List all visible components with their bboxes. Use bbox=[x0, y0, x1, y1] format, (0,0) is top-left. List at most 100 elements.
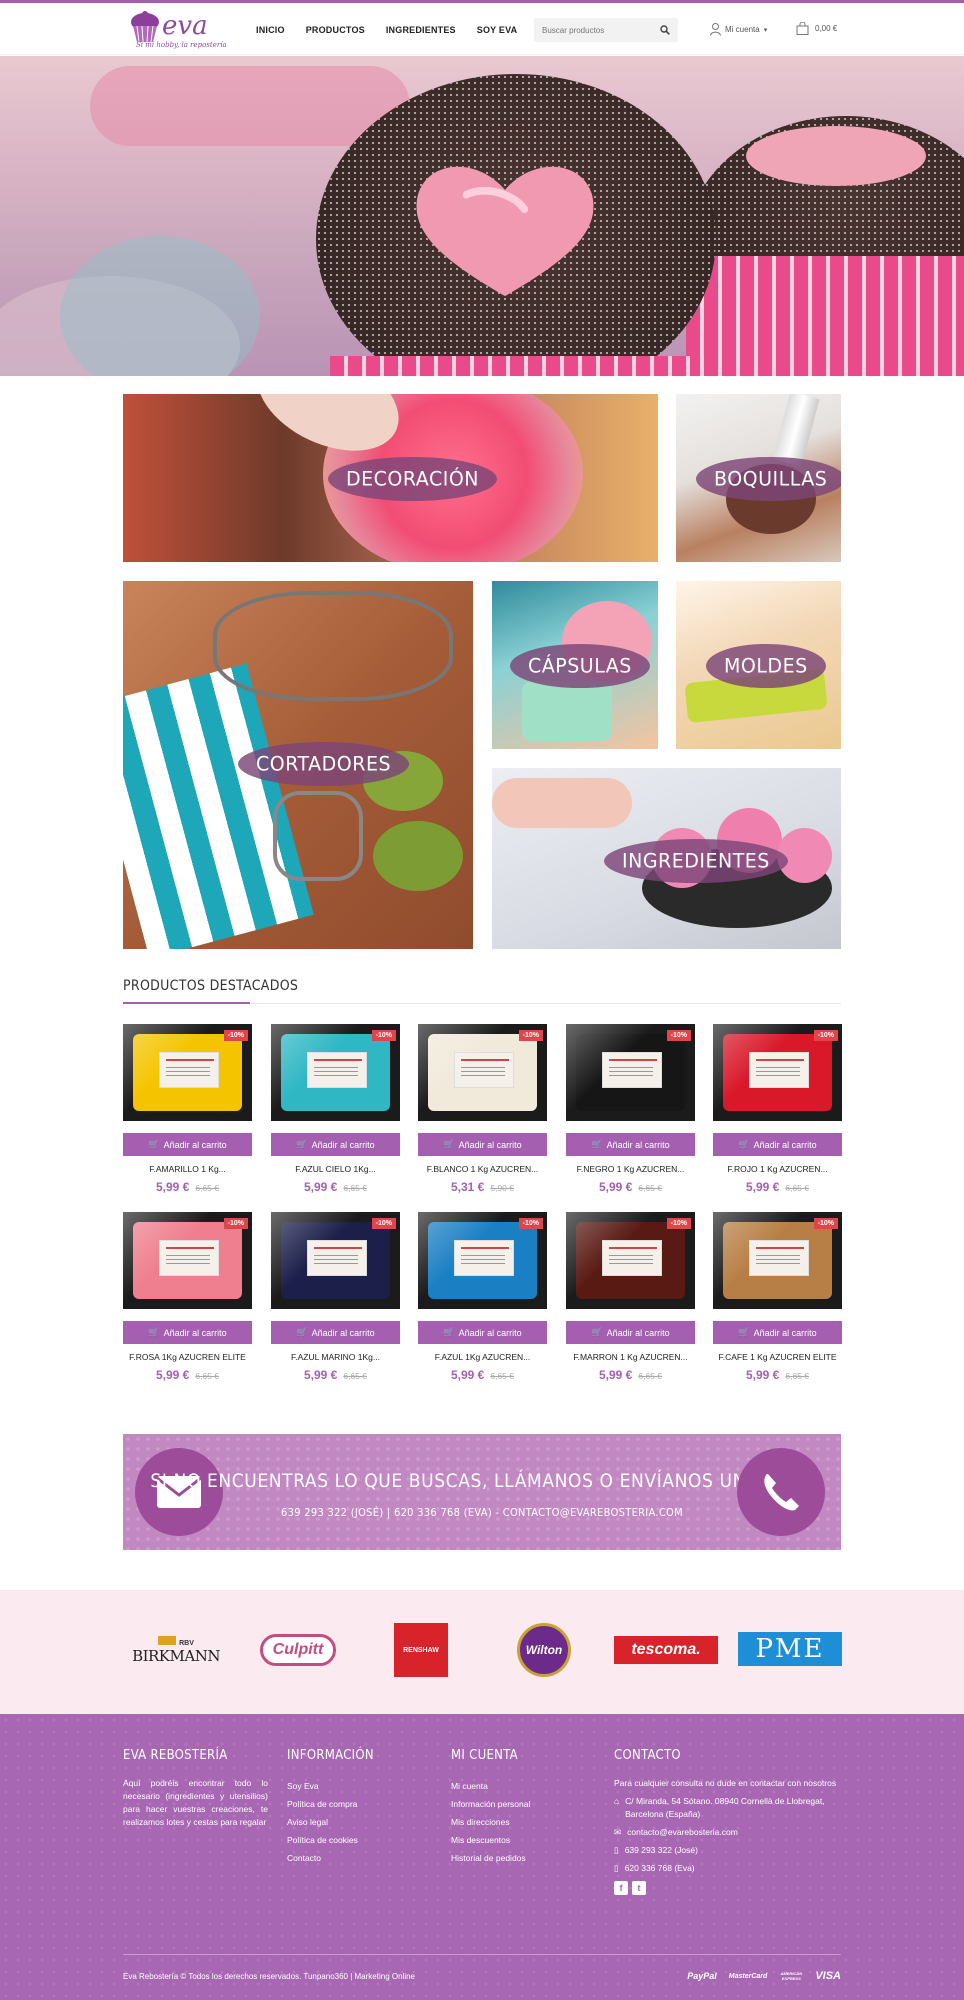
product-card[interactable]: -10% 🛒 Añadir al carrito F.ROSA 1Kg AZUCREN… bbox=[123, 1212, 252, 1382]
footer-phone[interactable]: ▯ 620 336 768 (Eva) bbox=[614, 1862, 844, 1875]
discount-badge: -10% bbox=[813, 1218, 838, 1229]
product-name[interactable]: F.NEGRO 1 Kg AZUCREN... bbox=[566, 1164, 695, 1174]
category-moldes[interactable]: MOLDES bbox=[676, 581, 841, 749]
product-price: 5,31 € 5,90 € bbox=[418, 1180, 547, 1194]
brand-text: Wilton bbox=[517, 1623, 571, 1677]
nav-inicio[interactable]: INICIO bbox=[256, 25, 285, 35]
nav-ingredientes[interactable]: INGREDIENTES bbox=[386, 25, 456, 35]
brand-logo-pme[interactable]: PME bbox=[738, 1632, 842, 1666]
footer-link[interactable]: Soy Eva bbox=[287, 1777, 437, 1795]
banner-contact-details: 639 293 322 (JOSÉ) | 620 336 768 (EVA) -… bbox=[281, 1506, 683, 1519]
footer-email[interactable]: ✉ contacto@evarebosteria.com bbox=[614, 1826, 844, 1839]
brand-logo-tescoma[interactable]: tescoma. bbox=[614, 1636, 718, 1664]
product-name[interactable]: F.AMARILLO 1 Kg... bbox=[123, 1164, 252, 1174]
add-to-cart-button[interactable]: 🛒 Añadir al carrito bbox=[566, 1321, 695, 1344]
add-to-cart-button[interactable]: 🛒 Añadir al carrito bbox=[271, 1133, 400, 1156]
phone-circle[interactable] bbox=[737, 1448, 825, 1536]
product-image[interactable]: -10% bbox=[713, 1212, 842, 1309]
product-price: 5,99 € 6,65 € bbox=[271, 1368, 400, 1382]
banner-headline: SI NO ENCUENTRAS LO QUE BUSCAS, LLÁMANOS… bbox=[150, 1470, 814, 1492]
footer-link[interactable]: Información personal bbox=[451, 1795, 601, 1813]
email-circle[interactable] bbox=[135, 1448, 223, 1536]
product-name[interactable]: F.CAFE 1 Kg AZUCREN ELITE bbox=[713, 1352, 842, 1362]
product-name[interactable]: F.AZUL CIELO 1Kg... bbox=[271, 1164, 400, 1174]
product-card[interactable]: -10% 🛒 Añadir al carrito F.CAFE 1 Kg AZUCRE… bbox=[713, 1212, 842, 1382]
hero-slider[interactable] bbox=[0, 56, 964, 376]
add-to-cart-button[interactable]: 🛒 Añadir al carrito bbox=[418, 1133, 547, 1156]
product-name[interactable]: F.ROSA 1Kg AZUCREN ELITE bbox=[123, 1352, 252, 1362]
product-card[interactable]: -10% 🛒 Añadir al carrito F.MARRON 1 Kg AZUC… bbox=[566, 1212, 695, 1382]
add-to-cart-button[interactable]: 🛒 Añadir al carrito bbox=[566, 1133, 695, 1156]
product-image[interactable]: -10% bbox=[271, 1212, 400, 1309]
product-price: 5,99 € 6,65 € bbox=[566, 1368, 695, 1382]
search-input[interactable] bbox=[534, 18, 644, 42]
footer-link[interactable]: Mis descuentos bbox=[451, 1831, 601, 1849]
footer-link[interactable]: Política de compra bbox=[287, 1795, 437, 1813]
add-to-cart-button[interactable]: 🛒 Añadir al carrito bbox=[123, 1133, 252, 1156]
current-price: 5,99 € bbox=[745, 1180, 780, 1194]
product-card[interactable]: -10% 🛒 Añadir al carrito F.AZUL MARINO 1Kg.… bbox=[271, 1212, 400, 1382]
brand-logo-wilton[interactable]: Wilton bbox=[516, 1622, 572, 1678]
product-name[interactable]: F.AZUL 1Kg AZUCREN... bbox=[418, 1352, 547, 1362]
product-image[interactable]: -10% bbox=[271, 1024, 400, 1121]
category-ingredientes[interactable]: INGREDIENTES bbox=[492, 768, 841, 949]
product-image[interactable]: -10% bbox=[418, 1212, 547, 1309]
current-price: 5,31 € bbox=[450, 1180, 485, 1194]
product-price: 5,99 € 6,65 € bbox=[566, 1180, 695, 1194]
cart-icon: 🛒 bbox=[443, 1327, 455, 1337]
nav-productos[interactable]: PRODUCTOS bbox=[306, 25, 365, 35]
category-capsulas[interactable]: CÁPSULAS bbox=[492, 581, 658, 749]
add-to-cart-button[interactable]: 🛒 Añadir al carrito bbox=[713, 1133, 842, 1156]
add-to-cart-label: Añadir al carrito bbox=[753, 1327, 817, 1338]
footer-link[interactable]: Mis direcciones bbox=[451, 1813, 601, 1831]
facebook-icon[interactable]: f bbox=[614, 1881, 628, 1895]
discount-badge: -10% bbox=[666, 1218, 691, 1229]
footer-link[interactable]: Historial de pedidos bbox=[451, 1849, 601, 1867]
logo-tagline: Si mi hobby, la repostería bbox=[136, 41, 227, 49]
main-nav: INICIO PRODUCTOS INGREDIENTES SOY EVA bbox=[256, 25, 517, 35]
product-name[interactable]: F.MARRON 1 Kg AZUCREN... bbox=[566, 1352, 695, 1362]
brand-logo-renshaw[interactable]: RENSHAW bbox=[394, 1623, 448, 1677]
current-price: 5,99 € bbox=[303, 1180, 338, 1194]
footer-link[interactable]: Aviso legal bbox=[287, 1813, 437, 1831]
brand-logo-culpitt[interactable]: Culpitt bbox=[248, 1630, 348, 1670]
cart-button[interactable]: 0,00 € bbox=[796, 22, 837, 35]
add-to-cart-button[interactable]: 🛒 Añadir al carrito bbox=[123, 1321, 252, 1344]
product-card[interactable]: -10% 🛒 Añadir al carrito F.NEGRO 1 Kg AZUCR… bbox=[566, 1024, 695, 1194]
footer-link[interactable]: Contacto bbox=[287, 1849, 437, 1867]
category-boquillas[interactable]: BOQUILLAS bbox=[676, 394, 841, 562]
product-card[interactable]: -10% 🛒 Añadir al carrito F.AZUL 1Kg AZUCREN… bbox=[418, 1212, 547, 1382]
search-icon[interactable] bbox=[660, 25, 670, 35]
product-card[interactable]: -10% 🛒 Añadir al carrito F.BLANCO 1 Kg AZUC… bbox=[418, 1024, 547, 1194]
discount-badge: -10% bbox=[371, 1218, 396, 1229]
product-name[interactable]: F.AZUL MARINO 1Kg... bbox=[271, 1352, 400, 1362]
product-card[interactable]: -10% 🛒 Añadir al carrito F.AMARILLO 1 Kg...… bbox=[123, 1024, 252, 1194]
brand-logo-birkmann[interactable]: RBV BIRKMANN bbox=[132, 1630, 220, 1670]
category-cortadores[interactable]: CORTADORES bbox=[123, 581, 473, 949]
add-to-cart-button[interactable]: 🛒 Añadir al carrito bbox=[418, 1321, 547, 1344]
old-price: 6,65 € bbox=[785, 1371, 809, 1381]
account-menu[interactable]: Mi cuenta ▾ bbox=[710, 23, 767, 36]
add-to-cart-button[interactable]: 🛒 Añadir al carrito bbox=[713, 1321, 842, 1344]
product-image[interactable]: -10% bbox=[123, 1212, 252, 1309]
twitter-icon[interactable]: t bbox=[632, 1881, 646, 1895]
product-image[interactable]: -10% bbox=[418, 1024, 547, 1121]
site-logo[interactable]: eva Si mi hobby, la repostería bbox=[126, 9, 228, 53]
nav-soy-eva[interactable]: SOY EVA bbox=[477, 25, 518, 35]
footer-phone[interactable]: ▯ 639 293 322 (José) bbox=[614, 1844, 844, 1857]
product-image[interactable]: -10% bbox=[713, 1024, 842, 1121]
product-card[interactable]: -10% 🛒 Añadir al carrito F.AZUL CIELO 1Kg..… bbox=[271, 1024, 400, 1194]
footer-link[interactable]: Mi cuenta bbox=[451, 1777, 601, 1795]
product-image[interactable]: -10% bbox=[566, 1024, 695, 1121]
product-image[interactable]: -10% bbox=[566, 1212, 695, 1309]
product-card[interactable]: -10% 🛒 Añadir al carrito F.ROJO 1 Kg AZUCRE… bbox=[713, 1024, 842, 1194]
brand-text: Culpitt bbox=[259, 1634, 337, 1666]
old-price: 5,90 € bbox=[490, 1183, 514, 1193]
category-decoracion[interactable]: DECORACIÓN bbox=[123, 394, 658, 562]
product-name[interactable]: F.BLANCO 1 Kg AZUCREN... bbox=[418, 1164, 547, 1174]
product-image[interactable]: -10% bbox=[123, 1024, 252, 1121]
add-to-cart-button[interactable]: 🛒 Añadir al carrito bbox=[271, 1321, 400, 1344]
hero-frosting bbox=[746, 126, 926, 186]
product-name[interactable]: F.ROJO 1 Kg AZUCREN... bbox=[713, 1164, 842, 1174]
footer-link[interactable]: Política de cookies bbox=[287, 1831, 437, 1849]
